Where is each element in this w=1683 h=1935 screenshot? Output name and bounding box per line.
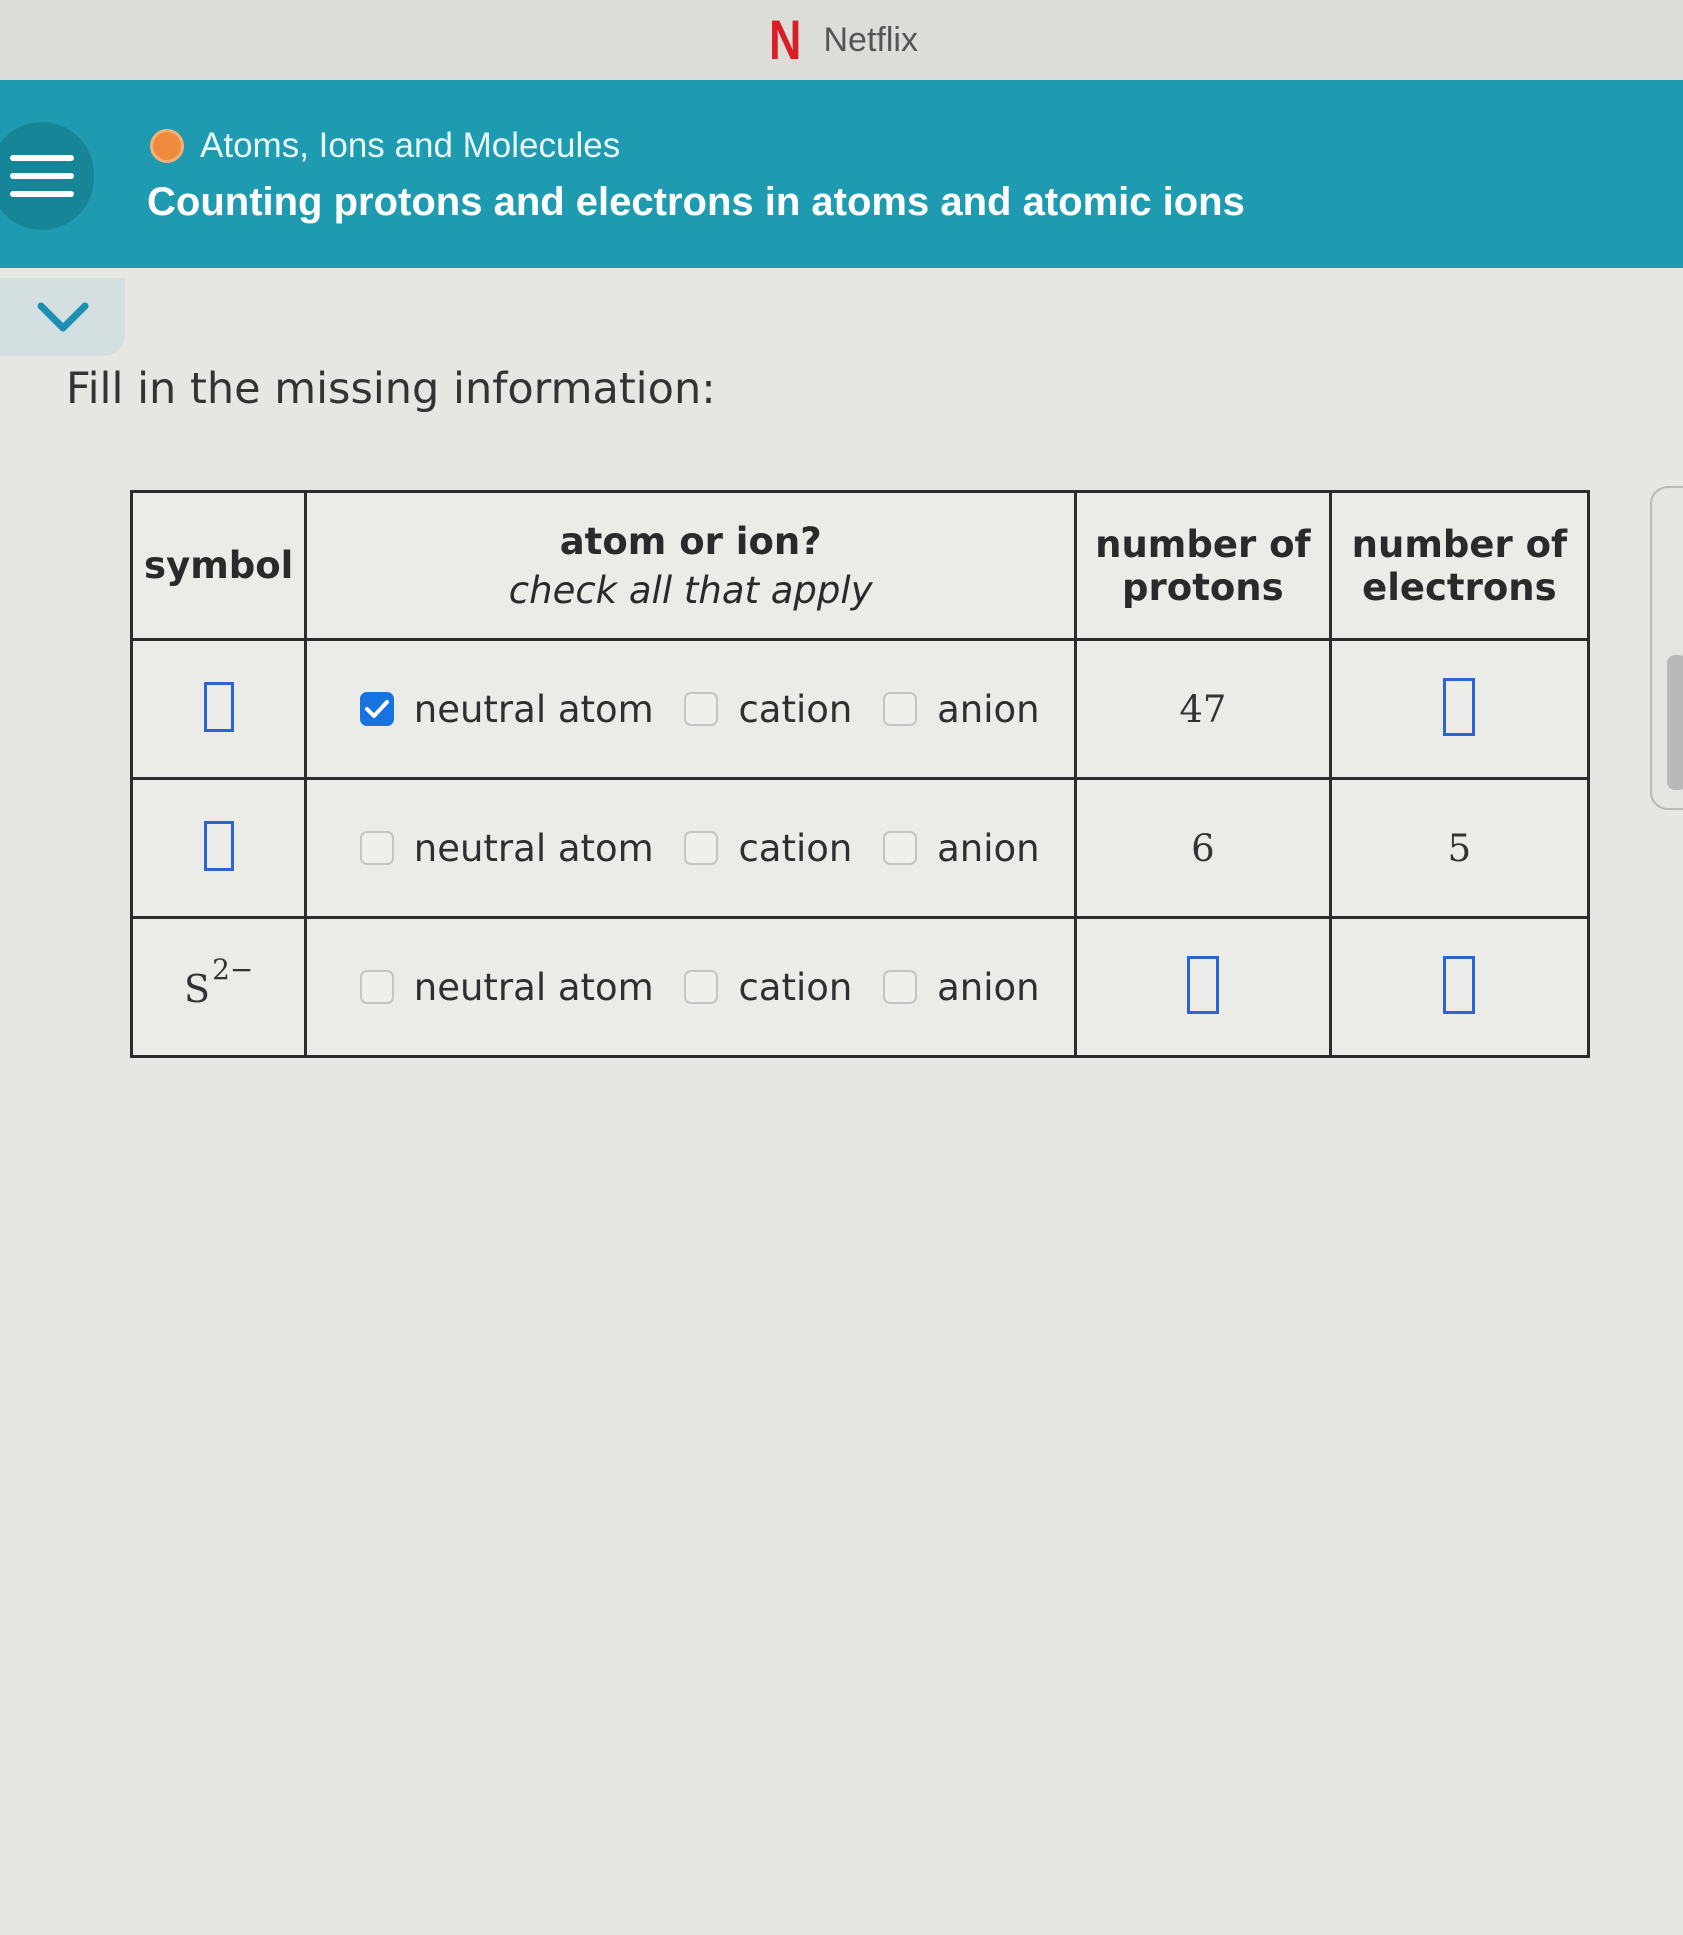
- atom-or-ion-cell: neutral atom cation anion: [304, 916, 1077, 1058]
- checkmark-icon: [364, 700, 389, 718]
- cation-checkbox[interactable]: [684, 970, 719, 1004]
- menu-icon: [10, 173, 74, 179]
- neutral-atom-option[interactable]: neutral atom: [359, 687, 654, 731]
- protons-value: 47: [1179, 687, 1227, 731]
- netflix-logo-icon: N: [769, 8, 802, 71]
- protons-cell: 6: [1073, 777, 1332, 919]
- header-electrons: number of electrons: [1328, 490, 1591, 641]
- anion-label: anion: [937, 826, 1040, 870]
- protons-value: 6: [1191, 826, 1215, 870]
- cation-label: cation: [738, 965, 853, 1009]
- neutral-atom-checkbox[interactable]: [359, 692, 394, 726]
- symbol-cell: [129, 777, 308, 919]
- cation-option[interactable]: cation: [684, 966, 852, 1009]
- table-row: neutral atom cation anion 47: [129, 638, 1591, 780]
- neutral-atom-label: neutral atom: [413, 826, 654, 870]
- protons-input[interactable]: [1186, 956, 1219, 1014]
- electrons-value: 5: [1447, 826, 1472, 870]
- instruction-text: Fill in the missing information:: [66, 364, 716, 414]
- neutral-atom-option[interactable]: neutral atom: [359, 965, 654, 1009]
- ion-charge: 2−: [212, 952, 254, 986]
- electrons-input[interactable]: [1443, 956, 1476, 1014]
- element-symbol: S: [184, 967, 211, 1012]
- table-row: S2− neutral atom cation anion: [129, 916, 1591, 1058]
- atom-or-ion-cell: neutral atom cation anion: [304, 777, 1077, 919]
- menu-icon: [10, 155, 74, 161]
- lesson-header: Atoms, Ions and Molecules Counting proto…: [0, 80, 1683, 268]
- symbol-cell: [129, 638, 308, 780]
- symbol-input[interactable]: [203, 821, 234, 871]
- lesson-title: Counting protons and electrons in atoms …: [147, 180, 1245, 224]
- electrons-cell: [1328, 916, 1591, 1058]
- cation-checkbox[interactable]: [684, 831, 719, 865]
- atom-or-ion-cell: neutral atom cation anion: [304, 638, 1077, 780]
- neutral-atom-option[interactable]: neutral atom: [359, 826, 654, 870]
- topic-row: Atoms, Ions and Molecules: [150, 126, 620, 166]
- anion-checkbox[interactable]: [883, 831, 918, 865]
- cation-checkbox[interactable]: [684, 692, 719, 726]
- header-atom-or-ion-label: atom or ion?: [559, 519, 822, 563]
- symbol-value: S2−: [184, 953, 253, 1012]
- cation-label: cation: [738, 687, 853, 731]
- anion-option[interactable]: anion: [883, 827, 1040, 870]
- cation-option[interactable]: cation: [684, 688, 852, 731]
- anion-checkbox[interactable]: [883, 970, 918, 1004]
- table-header-row: symbol atom or ion? check all that apply…: [129, 490, 1591, 641]
- app-name: Netflix: [823, 20, 918, 59]
- anion-option[interactable]: anion: [883, 966, 1040, 1009]
- cation-label: cation: [738, 826, 853, 870]
- scrollbar-thumb[interactable]: [1667, 655, 1683, 790]
- anion-label: anion: [937, 687, 1040, 731]
- anion-label: anion: [937, 965, 1040, 1009]
- electrons-cell: 5: [1328, 777, 1591, 919]
- table-row: neutral atom cation anion 6 5: [129, 777, 1591, 919]
- cation-option[interactable]: cation: [684, 827, 852, 870]
- app-bar: N Netflix: [0, 0, 1683, 80]
- anion-option[interactable]: anion: [883, 688, 1040, 731]
- menu-icon: [10, 191, 74, 197]
- collapse-toggle[interactable]: [0, 278, 125, 356]
- neutral-atom-checkbox[interactable]: [359, 831, 394, 865]
- electrons-cell: [1328, 638, 1591, 780]
- topic-status-dot: [150, 129, 184, 163]
- protons-cell: [1073, 916, 1332, 1058]
- anion-checkbox[interactable]: [883, 692, 918, 726]
- symbol-input[interactable]: [203, 682, 234, 732]
- symbol-cell: S2−: [129, 916, 308, 1058]
- neutral-atom-label: neutral atom: [413, 965, 654, 1009]
- chevron-down-icon: [37, 302, 88, 332]
- menu-button[interactable]: [0, 122, 94, 230]
- neutral-atom-checkbox[interactable]: [359, 970, 394, 1004]
- electrons-input[interactable]: [1443, 678, 1476, 736]
- header-symbol: symbol: [129, 490, 308, 641]
- question-table: symbol atom or ion? check all that apply…: [129, 490, 1591, 1058]
- header-atom-or-ion-sub: check all that apply: [508, 568, 873, 612]
- protons-cell: 47: [1073, 638, 1332, 780]
- header-atom-or-ion: atom or ion? check all that apply: [304, 490, 1077, 641]
- header-protons: number of protons: [1073, 490, 1332, 641]
- neutral-atom-label: neutral atom: [413, 687, 654, 731]
- topic-label: Atoms, Ions and Molecules: [200, 126, 621, 165]
